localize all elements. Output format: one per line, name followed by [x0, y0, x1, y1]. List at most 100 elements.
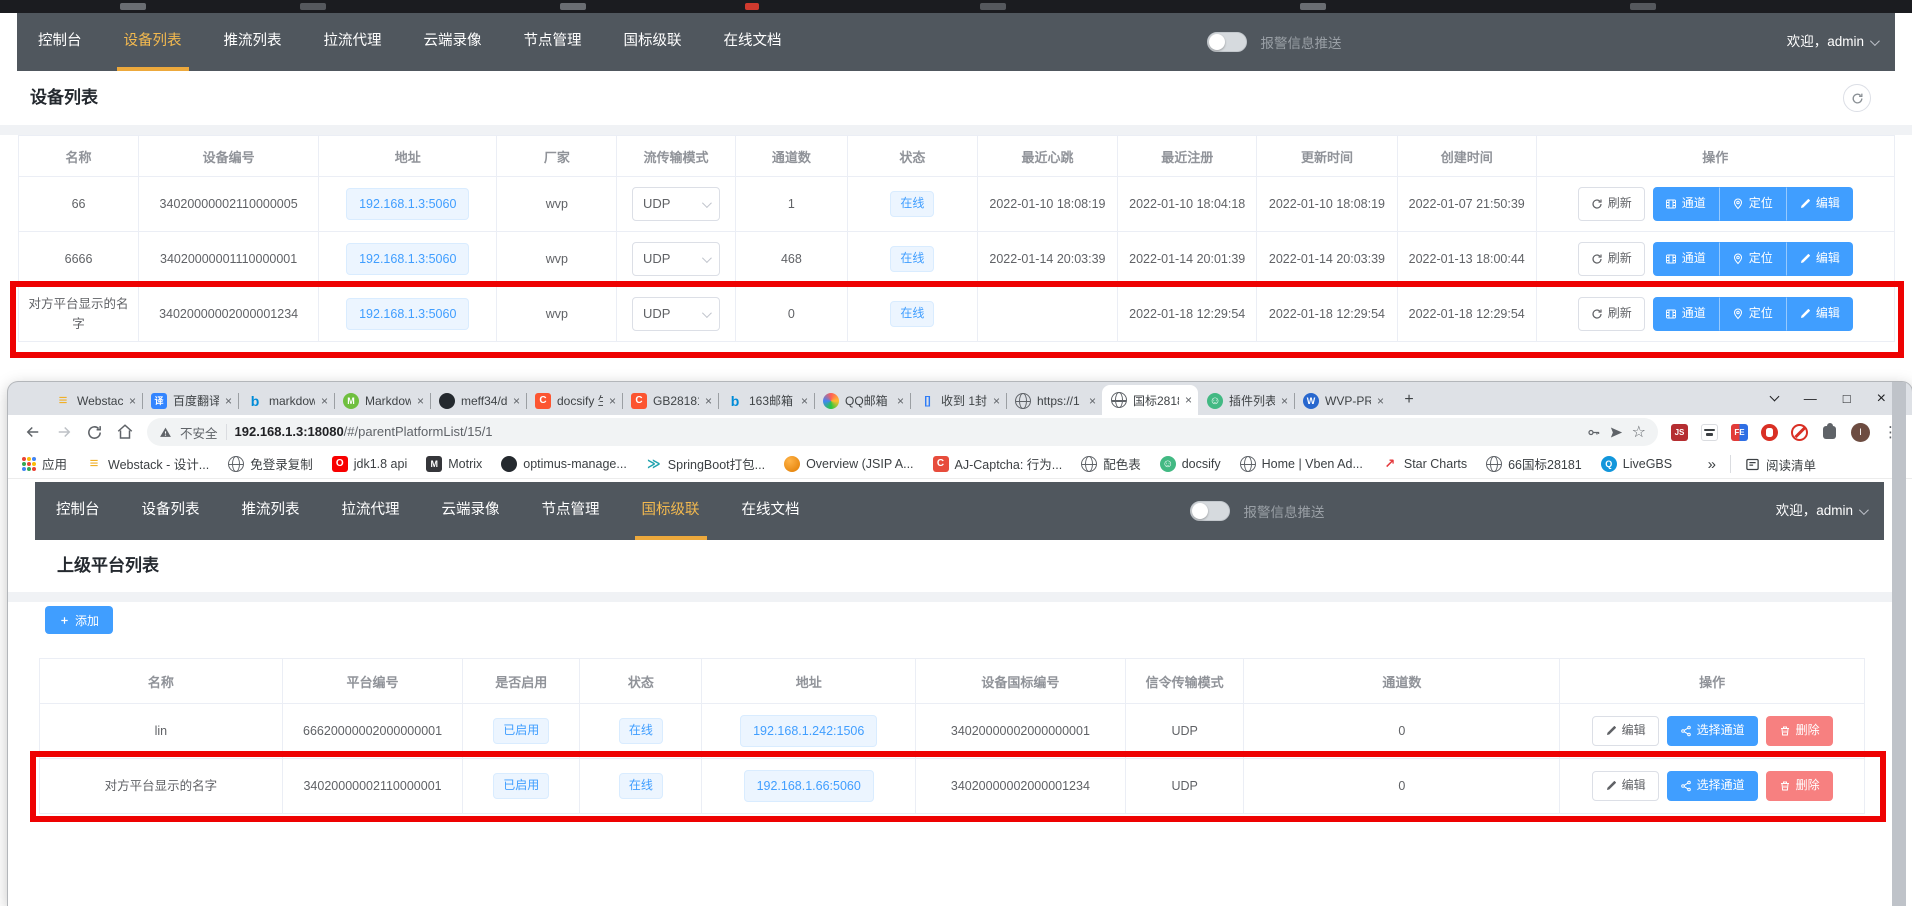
nav-tab-device-list[interactable]: 设备列表 — [103, 13, 203, 71]
nav-tab-pull-proxy[interactable]: 拉流代理 — [321, 482, 421, 540]
browser-tab-163mail[interactable]: 163邮箱× — [718, 386, 814, 415]
new-tab-button[interactable]: + — [1396, 387, 1422, 413]
bookmark-aj-captcha[interactable]: AJ-Captcha: 行为... — [933, 454, 1063, 473]
edit-button[interactable]: 编辑 — [1786, 242, 1853, 276]
nav-tab-console[interactable]: 控制台 — [17, 13, 103, 71]
browser-tab-webstack[interactable]: Webstac× — [46, 386, 142, 415]
close-icon[interactable]: × — [609, 394, 616, 408]
home-icon[interactable] — [116, 423, 134, 441]
close-icon[interactable]: × — [513, 394, 520, 408]
alarm-push-toggle[interactable] — [1190, 501, 1230, 521]
browser-tab-baidu-translate[interactable]: 百度翻译× — [142, 386, 238, 415]
extension-no-touch-icon[interactable] — [1791, 424, 1808, 441]
edit-button[interactable]: 编辑 — [1592, 716, 1659, 746]
browser-tab-docsify-csdn[interactable]: docsify 生× — [526, 386, 622, 415]
nav-tab-console[interactable]: 控制台 — [35, 482, 121, 540]
browser-tab-https[interactable]: https://1× — [1006, 386, 1102, 415]
password-key-icon[interactable] — [1586, 425, 1601, 440]
close-icon[interactable]: × — [1185, 393, 1192, 407]
url-text[interactable]: 192.168.1.3:18080/#/parentPlatformList/1… — [235, 423, 493, 441]
nav-tab-cloud-record[interactable]: 云端录像 — [421, 482, 521, 540]
browser-tab-mail-notify[interactable]: 收到 1封× — [910, 386, 1006, 415]
nav-tab-online-doc[interactable]: 在线文档 — [721, 482, 821, 540]
bookmark-color-table[interactable]: 配色表 — [1081, 454, 1141, 473]
nav-tab-device-list[interactable]: 设备列表 — [121, 482, 221, 540]
extension-js-icon[interactable]: JS — [1671, 424, 1688, 441]
bookmark-star-charts[interactable]: Star Charts — [1382, 456, 1467, 472]
reload-icon[interactable] — [86, 424, 103, 441]
delete-button[interactable]: 删除 — [1766, 716, 1833, 746]
maximize-button[interactable]: □ — [1843, 391, 1851, 406]
extension-adblock-hand-icon[interactable] — [1761, 424, 1778, 441]
welcome-user[interactable]: 欢迎，admin — [1787, 13, 1877, 71]
browser-tab-markdown-search[interactable]: markdow× — [238, 386, 334, 415]
back-icon[interactable] — [24, 423, 42, 441]
browser-tab-github[interactable]: meff34/d× — [430, 386, 526, 415]
nav-tab-node-manage[interactable]: 节点管理 — [521, 482, 621, 540]
stream-mode-select[interactable]: UDP — [632, 187, 720, 221]
nav-tab-push-list[interactable]: 推流列表 — [221, 482, 321, 540]
nav-tab-pull-proxy[interactable]: 拉流代理 — [303, 13, 403, 71]
add-platform-button[interactable]: 添加 — [45, 606, 113, 634]
select-channel-button[interactable]: 选择通道 — [1667, 716, 1758, 746]
locate-button[interactable]: 定位 — [1719, 242, 1786, 276]
browser-tab-gb28181[interactable]: GB28181× — [622, 386, 718, 415]
channel-button[interactable]: 通道 — [1653, 242, 1719, 276]
bookmark-vben[interactable]: Home | Vben Ad... — [1240, 456, 1363, 472]
bookmark-webstack[interactable]: Webstack - 设计... — [86, 454, 209, 473]
url-bar[interactable]: 不安全 192.168.1.3:18080/#/parentPlatformLi… — [147, 418, 1658, 446]
locate-button[interactable]: 定位 — [1719, 297, 1786, 331]
edit-button[interactable]: 编辑 — [1786, 187, 1853, 221]
browser-tab-wvp-pro[interactable]: WVP-PRO× — [1294, 386, 1390, 415]
nav-tab-cloud-record[interactable]: 云端录像 — [403, 13, 503, 71]
locate-button[interactable]: 定位 — [1719, 187, 1786, 221]
bookmark-jdk-api[interactable]: jdk1.8 api — [332, 456, 408, 472]
bookmark-optimus[interactable]: optimus-manage... — [501, 456, 627, 472]
close-icon[interactable]: × — [1281, 394, 1288, 408]
stream-mode-select[interactable]: UDP — [632, 242, 720, 276]
close-icon[interactable]: × — [897, 394, 904, 408]
close-icon[interactable]: × — [1377, 394, 1384, 408]
nav-tab-online-doc[interactable]: 在线文档 — [703, 13, 803, 71]
nav-tab-node-manage[interactable]: 节点管理 — [503, 13, 603, 71]
extension-incognito-icon[interactable] — [1701, 424, 1718, 441]
channel-button[interactable]: 通道 — [1653, 297, 1719, 331]
close-icon[interactable]: × — [705, 394, 712, 408]
send-icon[interactable] — [1609, 425, 1624, 440]
minimize-button[interactable]: — — [1804, 391, 1817, 406]
extensions-puzzle-icon[interactable] — [1823, 426, 1836, 439]
nav-tab-gb-cascade[interactable]: 国标级联 — [621, 482, 721, 540]
stream-mode-select[interactable]: UDP — [632, 297, 720, 331]
forward-icon[interactable] — [55, 423, 73, 441]
profile-avatar[interactable]: I — [1851, 423, 1870, 442]
bookmark-jsip[interactable]: Overview (JSIP A... — [784, 456, 913, 472]
security-label[interactable]: 不安全 — [180, 423, 218, 442]
close-icon[interactable]: × — [993, 394, 1000, 408]
close-icon[interactable]: × — [321, 394, 328, 408]
close-icon[interactable]: × — [129, 394, 136, 408]
edit-button[interactable]: 编辑 — [1592, 771, 1659, 801]
close-icon[interactable]: × — [1089, 394, 1096, 408]
browser-tab-markdown[interactable]: Markdow× — [334, 386, 430, 415]
scrollbar[interactable] — [1892, 382, 1906, 906]
bookmarks-overflow-chevron[interactable]: » — [1708, 456, 1716, 473]
refresh-button[interactable]: 刷新 — [1578, 187, 1645, 221]
browser-tab-qqmail[interactable]: QQ邮箱× — [814, 386, 910, 415]
bookmark-motrix[interactable]: Motrix — [426, 456, 482, 472]
nav-tab-push-list[interactable]: 推流列表 — [203, 13, 303, 71]
nav-tab-gb-cascade[interactable]: 国标级联 — [603, 13, 703, 71]
bookmark-copy-free[interactable]: 免登录复制 — [228, 454, 313, 473]
bookmark-livegbs[interactable]: LiveGBS — [1601, 456, 1672, 472]
delete-button[interactable]: 删除 — [1766, 771, 1833, 801]
close-icon[interactable]: × — [801, 394, 808, 408]
alarm-push-toggle[interactable] — [1207, 32, 1247, 52]
close-window-button[interactable]: × — [1877, 390, 1886, 408]
refresh-button[interactable]: 刷新 — [1578, 297, 1645, 331]
reading-list-button[interactable]: 阅读清单 — [1745, 455, 1816, 474]
browser-tab-plugin-list[interactable]: 插件列表× — [1198, 386, 1294, 415]
bookmark-star-icon[interactable]: ☆ — [1632, 422, 1646, 442]
welcome-user[interactable]: 欢迎，admin — [1776, 482, 1866, 540]
channel-button[interactable]: 通道 — [1653, 187, 1719, 221]
bookmark-apps[interactable]: 应用 — [22, 454, 67, 473]
edit-button[interactable]: 编辑 — [1786, 297, 1853, 331]
